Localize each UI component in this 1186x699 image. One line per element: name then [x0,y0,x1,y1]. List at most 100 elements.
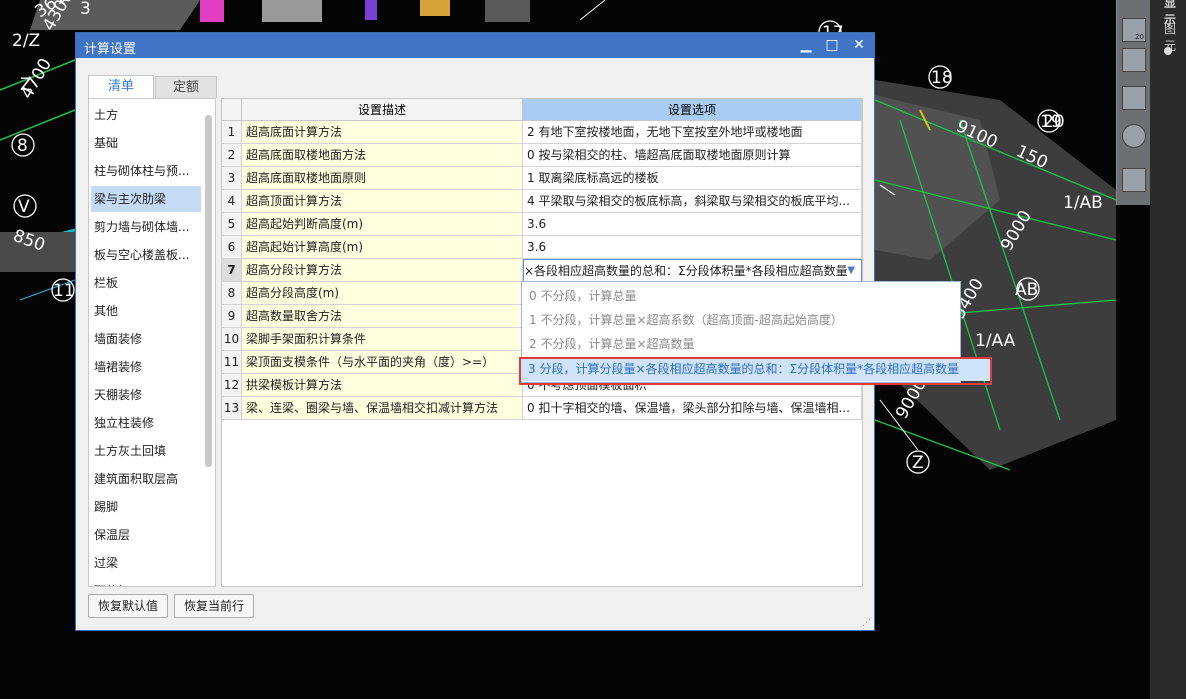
highlight-annotation [519,357,992,385]
row-option[interactable]: 4 平梁取与梁相交的板底标高，斜梁取与梁相交的板底平均... [523,190,862,213]
box-view-icon[interactable] [1122,86,1146,110]
dropdown-option[interactable]: 2 不分段，计算总量×超高数量 [522,332,960,356]
row-number: 7 [222,259,242,282]
row-desc: 超高底面取楼地面方法 [242,144,523,167]
row-number: 11 [222,351,242,374]
properties-panel: 显示 图元 [1150,0,1186,699]
table-row[interactable]: 5 超高起始判断高度(m) 3.6 [222,213,862,236]
category-item[interactable]: 过梁 [91,550,201,576]
table-row-active[interactable]: 7 超高分段计算方法 ×各段相应超高数量的总和：Σ分段体积量*各段相应超高数量 … [222,259,862,282]
category-item[interactable]: 板与空心楼盖板... [91,242,201,268]
category-item[interactable]: 栏板 [91,270,201,296]
view-toolbar: 20 [1116,0,1151,205]
axis-label: 18 [931,68,953,88]
table-row[interactable]: 4 超高顶面计算方法 4 平梁取与梁相交的板底标高，斜梁取与梁相交的板底平均..… [222,190,862,213]
axis-label: 8 [17,136,28,156]
calc-settings-dialog: 计算设置 ▁ □ ✕ 清单 定额 土方 基础 柱与砌体柱与预... 梁与主次肋梁… [75,32,992,631]
row-number: 6 [222,236,242,259]
category-item[interactable]: 土方灰土回填 [91,438,201,464]
axis-label: 1/AB [1063,193,1103,213]
reset-default-button[interactable]: 恢复默认值 [88,594,168,618]
axis-label: 3 [80,0,91,19]
category-list: 土方 基础 柱与砌体柱与预... 梁与主次肋梁 剪力墙与砌体墙... 板与空心楼… [88,98,216,587]
row-number: 3 [222,167,242,190]
row-option[interactable]: 0 按与梁相交的柱、墙超高底面取楼地面原则计算 [523,144,862,167]
table-row[interactable]: 13 梁、连梁、圈梁与墙、保温墙相交扣减计算方法 0 扣十字相交的墙、保温墙，梁… [222,397,862,420]
row-desc: 拱梁模板计算方法 [242,374,523,397]
row-desc: 超高底面计算方法 [242,121,523,144]
row-desc: 超高底面取楼地面原则 [242,167,523,190]
header-desc: 设置描述 [242,99,523,121]
header-option: 设置选项 [523,99,862,121]
dropdown-option[interactable]: 1 不分段，计算总量×超高系数（超高顶面-超高起始高度） [522,308,960,332]
row-desc: 梁顶面支模条件（与水平面的夹角（度）>=） [242,351,523,374]
row-option[interactable]: 3.6 [523,236,862,259]
axis-label: 20 [1043,112,1065,132]
category-item[interactable]: 其他 [91,298,201,324]
axis-label: Z [912,453,924,473]
table-row[interactable]: 2 超高底面取楼地面方法 0 按与梁相交的柱、墙超高底面取楼地面原则计算 [222,144,862,167]
axis-label: Z [20,75,32,95]
cube-view-icon[interactable] [1122,48,1146,72]
category-item[interactable]: 独立柱装修 [91,410,201,436]
row-desc: 超高起始计算高度(m) [242,236,523,259]
category-item[interactable]: 天棚装修 [91,382,201,408]
row-desc: 梁脚手架面积计算条件 [242,328,523,351]
axis-label: 1/AA [975,331,1016,351]
row-number: 2 [222,144,242,167]
axis-label: 2/Z [12,31,40,51]
category-item[interactable]: 基础 [91,130,201,156]
option-combobox[interactable]: ×各段相应超高数量的总和：Σ分段体积量*各段相应超高数量 ▼ [523,259,862,282]
layer-icon[interactable]: 20 [1122,18,1146,42]
row-number: 1 [222,121,242,144]
dropdown-arrow-icon[interactable]: ▼ [847,260,855,281]
row-option[interactable]: 3.6 [523,213,862,236]
rotate-icon[interactable] [1122,124,1146,148]
category-item[interactable]: 墙裙装修 [91,354,201,380]
category-item[interactable]: 建筑面积取层高 [91,466,201,492]
dropdown-option[interactable]: 0 不分段，计算总量 [522,284,960,308]
category-item[interactable]: 土方 [91,102,201,128]
row-number: 8 [222,282,242,305]
category-item[interactable]: 保温层 [91,522,201,548]
row-desc: 超高起始判断高度(m) [242,213,523,236]
toolbar-badge: 20 [1135,33,1144,41]
axis-label: V [18,197,30,217]
dialog-title: 计算设置 [84,42,137,57]
row-option[interactable]: 2 有地下室按楼地面，无地下室按室外地坪或楼地面 [523,121,862,144]
row-number: 4 [222,190,242,213]
category-item[interactable]: 剪力墙与砌体墙... [91,214,201,240]
combobox-value: ×各段相应超高数量的总和：Σ分段体积量*各段相应超高数量 [524,264,848,278]
row-number: 10 [222,328,242,351]
dialog-titlebar[interactable]: 计算设置 ▁ □ ✕ [76,33,874,58]
row-desc: 梁、连梁、圈梁与墙、保温墙相交扣减计算方法 [242,397,523,420]
category-item[interactable]: 砌体加... [91,578,201,586]
category-item[interactable]: 墙面装修 [91,326,201,352]
header-corner [222,99,242,121]
table-row[interactable]: 3 超高底面取楼地面原则 1 取离梁底标高远的楼板 [222,167,862,190]
resize-grip-icon[interactable]: ⋰ [862,618,871,628]
category-item[interactable]: 踢脚 [91,494,201,520]
row-number: 13 [222,397,242,420]
category-item-selected[interactable]: 梁与主次肋梁 [91,186,201,212]
tab-quota[interactable]: 定额 [155,76,217,98]
category-scrollbar[interactable] [205,115,212,467]
table-row[interactable]: 1 超高底面计算方法 2 有地下室按楼地面，无地下室按室外地坪或楼地面 [222,121,862,144]
radio-icon[interactable] [1164,47,1172,55]
category-item[interactable]: 柱与砌体柱与预... [91,158,201,184]
row-number: 9 [222,305,242,328]
close-icon[interactable]: ✕ [849,36,869,54]
row-desc: 超高分段计算方法 [242,259,523,282]
row-option[interactable]: 0 扣十字相交的墙、保温墙，梁头部分扣除与墙、保温墙相... [523,397,862,420]
row-option[interactable]: 1 取离梁底标高远的楼板 [523,167,862,190]
axis-label: 11 [53,281,75,301]
grid-view-icon[interactable] [1122,168,1146,192]
table-row[interactable]: 6 超高起始计算高度(m) 3.6 [222,236,862,259]
row-number: 12 [222,374,242,397]
row-number: 5 [222,213,242,236]
minimize-icon[interactable]: ▁ [796,36,816,54]
tab-bill[interactable]: 清单 [88,75,154,99]
row-desc: 超高顶面计算方法 [242,190,523,213]
maximize-icon[interactable]: □ [822,36,842,54]
reset-current-row-button[interactable]: 恢复当前行 [174,594,254,618]
